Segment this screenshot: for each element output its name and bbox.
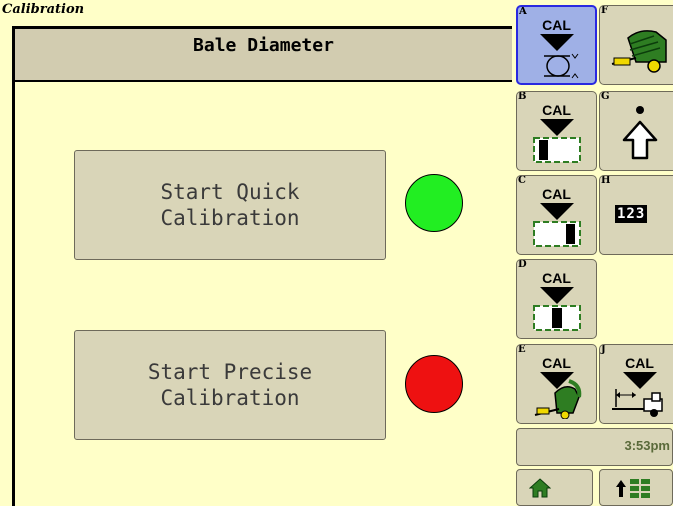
softkey-e-gate-cal[interactable]: E CAL	[516, 344, 597, 424]
cal-label: CAL	[542, 102, 571, 118]
baler-icon	[611, 30, 667, 73]
softkey-g-raise[interactable]: G	[599, 91, 673, 171]
page-title: Bale Diameter	[193, 35, 334, 56]
up-arrow-icon	[622, 106, 658, 160]
softkey-letter: G	[601, 91, 610, 102]
time-text: 3:53pm	[624, 438, 670, 453]
softkey-letter: A	[519, 6, 527, 17]
quick-calibration-status-indicator	[405, 174, 463, 232]
softkey-letter: J	[601, 344, 606, 355]
softkey-letter: F	[601, 5, 609, 16]
cal-left-sensor-icon	[533, 137, 581, 163]
softkey-a-diameter-cal[interactable]: A CAL	[516, 5, 597, 85]
home-icon	[529, 478, 551, 498]
softkey-letter: H	[601, 175, 611, 186]
arrow-down-icon	[539, 203, 574, 220]
cal-label: CAL	[542, 17, 571, 33]
softkey-h-numeric[interactable]: H 123	[599, 175, 673, 255]
softkey-letter: E	[518, 344, 526, 355]
home-button[interactable]	[516, 469, 593, 506]
clock-display: 3:53pm	[516, 428, 673, 466]
cal-right-sensor-icon	[533, 221, 581, 247]
menu-button[interactable]	[599, 469, 673, 506]
cal-diameter-icon	[544, 53, 579, 79]
softkey-letter: C	[518, 175, 526, 186]
arrow-down-icon	[539, 119, 574, 136]
menu-grid-icon	[616, 479, 650, 498]
cal-label: CAL	[542, 186, 571, 202]
softkey-j-hitch-cal[interactable]: J CAL	[599, 344, 673, 424]
cal-baler-gate-icon	[534, 379, 582, 419]
softkey-c-right-sensor-cal[interactable]: C CAL	[516, 175, 597, 255]
cal-label: CAL	[625, 355, 654, 371]
softkey-letter: B	[518, 91, 527, 102]
arrow-down-icon	[539, 287, 574, 304]
precise-calibration-status-indicator	[405, 355, 463, 413]
title-bar: Calibration	[0, 0, 512, 26]
cal-tractor-hitch-icon	[612, 389, 663, 417]
page-header: Bale Diameter	[15, 29, 512, 82]
arrow-down-icon	[539, 34, 574, 51]
numeric-icon: 123	[615, 205, 648, 223]
window-title: Calibration	[2, 2, 85, 17]
cal-label: CAL	[542, 355, 571, 371]
softkey-f-baler[interactable]: F	[599, 5, 673, 85]
softkey-b-left-sensor-cal[interactable]: B CAL	[516, 91, 597, 171]
softkey-letter: D	[518, 259, 527, 270]
cal-label: CAL	[542, 270, 571, 286]
cal-center-sensor-icon	[533, 305, 581, 331]
start-quick-calibration-button[interactable]: Start Quick Calibration	[74, 150, 386, 260]
start-precise-calibration-button[interactable]: Start Precise Calibration	[74, 330, 386, 440]
softkey-d-center-sensor-cal[interactable]: D CAL	[516, 259, 597, 339]
